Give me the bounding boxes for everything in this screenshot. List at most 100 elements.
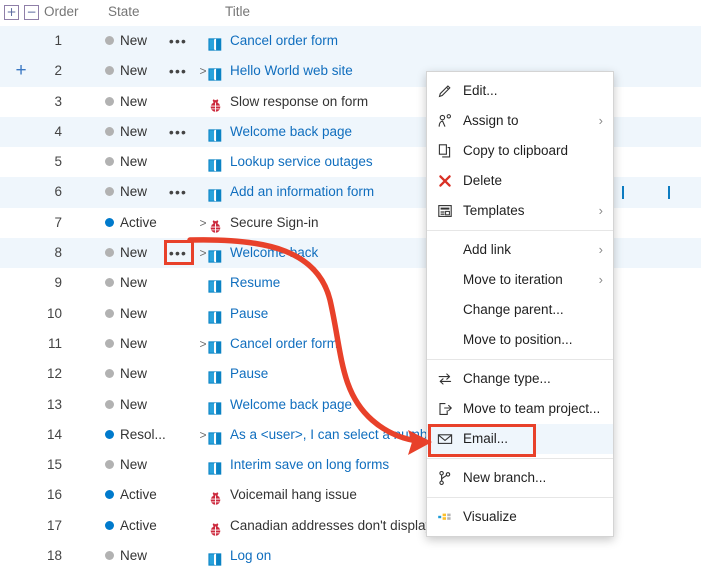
row-title-cell[interactable]: Interim save on long forms [208,450,389,480]
row-title-cell[interactable]: Hello World web site [208,56,353,86]
menu-item-move-to-iteration[interactable]: Move to iteration › [427,265,613,295]
column-header-title[interactable]: Title [225,4,250,19]
menu-item-add-link[interactable]: Add link › [427,235,613,265]
row-title-link[interactable]: Resume [230,275,280,290]
row-add-button[interactable] [8,480,34,510]
menu-item-change-parent[interactable]: Change parent... [427,295,613,325]
menu-item-new-branch[interactable]: New branch... [427,463,613,493]
row-ellipsis-button[interactable] [163,450,193,480]
row-add-button[interactable] [8,117,34,147]
row-ellipsis-button[interactable] [163,329,193,359]
row-title-link[interactable]: Cancel order form [230,33,338,48]
row-add-button[interactable] [8,268,34,298]
row-title-cell[interactable]: Secure Sign-in [208,208,319,238]
row-title-link[interactable]: Welcome back [230,245,318,260]
row-state-value: New [105,87,147,117]
row-add-button[interactable] [8,299,34,329]
menu-item-change-type[interactable]: Change type... [427,364,613,394]
row-add-button[interactable] [8,359,34,389]
row-add-button[interactable] [8,26,34,56]
bug-icon [208,94,223,112]
row-add-button[interactable] [8,329,34,359]
menu-item-email[interactable]: Email... [427,424,613,454]
table-row[interactable]: 18 New Log on [0,541,701,572]
row-title-cell[interactable]: Pause [208,359,268,389]
row-title-cell[interactable]: Log on [208,541,271,571]
row-ellipsis-button[interactable]: ••• [163,56,193,86]
row-ellipsis-button[interactable] [163,208,193,238]
row-title-link[interactable]: Voicemail hang issue [230,487,357,502]
row-title-cell[interactable]: Voicemail hang issue [208,480,357,510]
column-header-state[interactable]: State [108,4,140,19]
menu-item-assign-to[interactable]: Assign to › [427,106,613,136]
row-ellipsis-button[interactable] [163,268,193,298]
row-ellipsis-button[interactable] [163,390,193,420]
row-ellipsis-button[interactable] [163,147,193,177]
menu-item-visualize[interactable]: Visualize [427,502,613,532]
row-ellipsis-button[interactable] [163,299,193,329]
row-title-link[interactable]: Interim save on long forms [230,457,389,472]
menu-item-move-to-team-project[interactable]: Move to team project... [427,394,613,424]
delete-x-icon [437,173,453,189]
row-title-link[interactable]: Secure Sign-in [230,215,319,230]
row-title-link[interactable]: As a <user>, I can select a numbe [230,427,435,442]
row-title-link[interactable]: Pause [230,366,268,381]
row-add-button[interactable]: + [8,56,34,86]
row-title-cell[interactable]: Resume [208,268,280,298]
row-title-cell[interactable]: Cancel order form [208,329,338,359]
expand-all-icon[interactable]: + [4,4,19,20]
row-title-link[interactable]: Hello World web site [230,63,353,78]
collapse-all-icon[interactable]: − [24,4,39,20]
column-header-order[interactable]: Order [44,4,79,19]
row-add-button[interactable] [8,511,34,541]
row-add-button[interactable] [8,238,34,268]
row-title-link[interactable]: Welcome back page [230,124,352,139]
row-ellipsis-button[interactable]: ••• [163,177,193,207]
row-title-link[interactable]: Log on [230,548,271,563]
row-add-button[interactable] [8,208,34,238]
row-title-link[interactable]: Welcome back page [230,397,352,412]
row-add-button[interactable] [8,390,34,420]
row-title-cell[interactable]: Welcome back page [208,117,352,147]
row-title-link[interactable]: Cancel order form [230,336,338,351]
row-title-cell[interactable]: Welcome back page [208,390,352,420]
row-title-cell[interactable]: Canadian addresses don't display [208,511,432,541]
row-add-button[interactable] [8,177,34,207]
row-title-link[interactable]: Slow response on form [230,94,368,109]
row-ellipsis-button[interactable] [163,87,193,117]
row-title-cell[interactable]: Lookup service outages [208,147,373,177]
menu-group: Edit... Assign to › Copy to clipboard Delete… [427,72,613,230]
row-title-cell[interactable]: Pause [208,299,268,329]
row-ellipsis-button[interactable]: ••• [163,238,193,268]
row-title-cell[interactable]: Cancel order form [208,26,338,56]
row-ellipsis-button[interactable] [163,541,193,571]
row-state-value: New [105,238,147,268]
menu-item-delete[interactable]: Delete [427,166,613,196]
row-title-cell[interactable]: As a <user>, I can select a numbe [208,420,435,450]
row-ellipsis-button[interactable]: ••• [163,117,193,147]
menu-item-templates[interactable]: Templates › [427,196,613,226]
row-title-link[interactable]: Canadian addresses don't display [230,518,432,533]
row-title-link[interactable]: Add an information form [230,184,374,199]
row-add-button[interactable] [8,450,34,480]
row-title-cell[interactable]: Welcome back [208,238,318,268]
menu-item-copy-to-clipboard[interactable]: Copy to clipboard [427,136,613,166]
row-title-link[interactable]: Pause [230,306,268,321]
context-menu[interactable]: Edit... Assign to › Copy to clipboard Delete… [426,71,614,537]
row-title-link[interactable]: Lookup service outages [230,154,373,169]
row-ellipsis-button[interactable] [163,480,193,510]
row-ellipsis-button[interactable] [163,359,193,389]
row-ellipsis-button[interactable] [163,511,193,541]
row-ellipsis-button[interactable]: ••• [163,26,193,56]
menu-item-edit[interactable]: Edit... [427,76,613,106]
row-add-button[interactable] [8,541,34,571]
menu-item-move-to-position[interactable]: Move to position... [427,325,613,355]
row-title-cell[interactable]: Add an information form [208,177,374,207]
row-add-button[interactable] [8,147,34,177]
row-ellipsis-button[interactable] [163,420,193,450]
row-order-value: 12 [46,366,62,382]
table-row[interactable]: 1 New ••• Cancel order form [0,26,701,57]
row-add-button[interactable] [8,87,34,117]
row-add-button[interactable] [8,420,34,450]
row-title-cell[interactable]: Slow response on form [208,87,368,117]
